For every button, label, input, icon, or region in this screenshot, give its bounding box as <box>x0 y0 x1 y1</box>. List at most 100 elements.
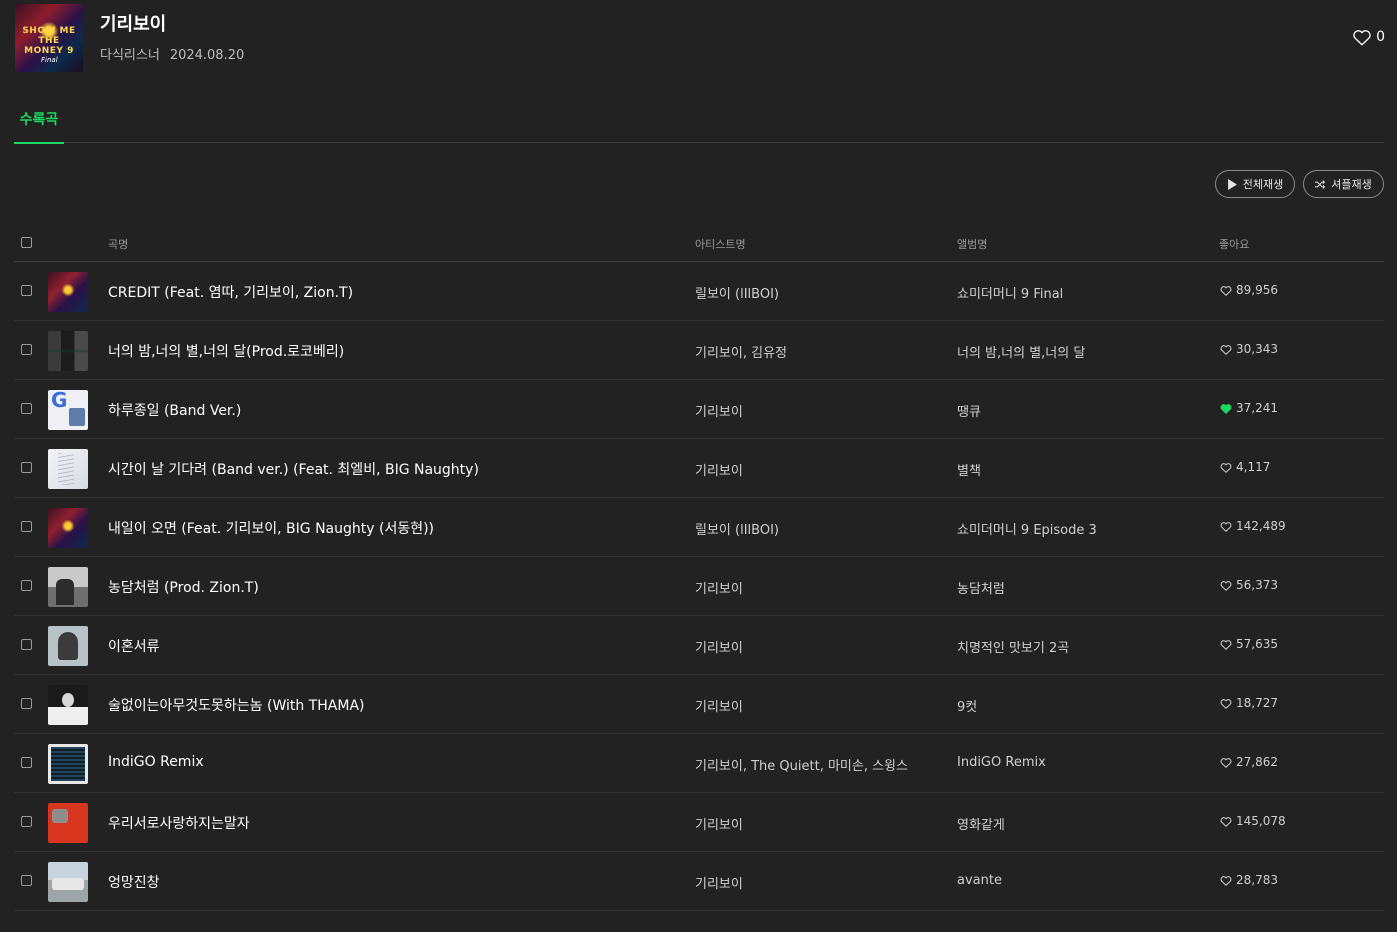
track-title[interactable]: 엉망진창 <box>108 872 160 892</box>
track-album[interactable]: avante <box>957 873 1002 888</box>
track-checkbox[interactable] <box>21 757 32 768</box>
track-artist[interactable]: 기리보이 <box>695 637 743 656</box>
smtm-cover-thumb[interactable] <box>48 272 88 312</box>
track-artist[interactable]: 기리보이 <box>695 814 743 833</box>
track-checkbox[interactable] <box>21 344 32 355</box>
track-checkbox[interactable] <box>21 580 32 591</box>
9cut-cover-thumb[interactable] <box>48 685 88 725</box>
track-checkbox[interactable] <box>21 462 32 473</box>
shuffle-button[interactable]: 셔플재생 <box>1303 170 1384 198</box>
track-title[interactable]: CREDIT (Feat. 염따, 기리보이, Zion.T) <box>108 282 353 302</box>
heart-outline-icon <box>1220 462 1232 473</box>
track-album[interactable]: 9컷 <box>957 696 977 715</box>
play-icon <box>1227 178 1237 190</box>
album-cover[interactable]: SHOW ME THE MONEY 9 Final <box>15 4 83 72</box>
table-row[interactable]: 시간이 날 기다려 (Band ver.) (Feat. 최엘비, BIG Na… <box>14 439 1384 498</box>
column-song: 곡명 <box>108 238 129 251</box>
track-album[interactable]: 땡큐 <box>957 401 981 420</box>
table-row[interactable]: 엉망진창 기리보이 avante 28,783 <box>14 852 1384 911</box>
track-like-count: 30,343 <box>1236 342 1278 356</box>
track-checkbox[interactable] <box>21 816 32 827</box>
track-title[interactable]: IndiGO Remix <box>108 754 204 770</box>
track-album[interactable]: 너의 밤,너의 별,너의 달 <box>957 342 1085 361</box>
track-like-button[interactable]: 89,956 <box>1220 283 1278 297</box>
track-title[interactable]: 농담처럼 (Prod. Zion.T) <box>108 577 259 597</box>
album-like-button[interactable]: 0 <box>1352 28 1385 46</box>
track-like-count: 57,635 <box>1236 637 1278 651</box>
track-like-count: 28,783 <box>1236 873 1278 887</box>
track-title[interactable]: 우리서로사랑하지는말자 <box>108 813 250 833</box>
joke-cover-thumb[interactable] <box>48 567 88 607</box>
column-artist: 아티스트명 <box>695 238 746 251</box>
table-row[interactable]: 내일이 오면 (Feat. 기리보이, BIG Naughty (서동현)) 릴… <box>14 498 1384 557</box>
track-album[interactable]: 치명적인 맛보기 2곡 <box>957 637 1069 656</box>
smtm-cover-thumb[interactable] <box>48 508 88 548</box>
heart-outline-icon <box>1220 757 1232 768</box>
movie-cover-thumb[interactable] <box>48 803 88 843</box>
track-artist[interactable]: 릴보이 (lIlBOI) <box>695 519 779 538</box>
track-artist[interactable]: 기리보이, The Quiett, 마미손, 스윙스 <box>695 755 908 774</box>
track-like-button[interactable]: 27,862 <box>1220 755 1278 769</box>
album-meta: 다식리스너 2024.08.20 <box>100 44 244 63</box>
album-date: 2024.08.20 <box>169 48 245 63</box>
track-checkbox[interactable] <box>21 698 32 709</box>
track-like-button[interactable]: 4,117 <box>1220 460 1270 474</box>
track-like-button[interactable]: 145,078 <box>1220 814 1286 828</box>
track-album[interactable]: 농담처럼 <box>957 578 1005 597</box>
track-album[interactable]: IndiGO Remix <box>957 755 1046 770</box>
table-row[interactable]: 이혼서류 기리보이 치명적인 맛보기 2곡 57,635 <box>14 616 1384 675</box>
album-agency[interactable]: 다식리스너 <box>100 48 160 63</box>
track-title[interactable]: 너의 밤,너의 별,너의 달(Prod.로코베리) <box>108 341 344 361</box>
track-album[interactable]: 쇼미더머니 9 Final <box>957 283 1063 302</box>
album-like-count: 0 <box>1376 29 1385 45</box>
track-artist[interactable]: 기리보이 <box>695 873 743 892</box>
track-artist[interactable]: 기리보이 <box>695 460 743 479</box>
select-all-checkbox[interactable] <box>21 237 32 248</box>
track-title[interactable]: 내일이 오면 (Feat. 기리보이, BIG Naughty (서동현)) <box>108 518 434 538</box>
heart-outline-icon <box>1220 639 1232 650</box>
table-row[interactable]: CREDIT (Feat. 염따, 기리보이, Zion.T) 릴보이 (lIl… <box>14 262 1384 321</box>
table-row[interactable]: 너의 밤,너의 별,너의 달(Prod.로코베리) 기리보이, 김유정 너의 밤… <box>14 321 1384 380</box>
thankyou-cover-thumb[interactable] <box>48 390 88 430</box>
track-like-count: 56,373 <box>1236 578 1278 592</box>
track-artist[interactable]: 기리보이, 김유정 <box>695 342 787 361</box>
table-row[interactable]: 술없이는아무것도못하는놈 (With THAMA) 기리보이 9컷 18,727 <box>14 675 1384 734</box>
track-like-button[interactable]: 37,241 <box>1220 401 1278 415</box>
table-row[interactable]: IndiGO Remix 기리보이, The Quiett, 마미손, 스윙스 … <box>14 734 1384 793</box>
divorce-cover-thumb[interactable] <box>48 626 88 666</box>
table-row[interactable]: 하루종일 (Band Ver.) 기리보이 땡큐 37,241 <box>14 380 1384 439</box>
track-like-button[interactable]: 18,727 <box>1220 696 1278 710</box>
track-like-button[interactable]: 142,489 <box>1220 519 1286 533</box>
track-checkbox[interactable] <box>21 403 32 414</box>
track-checkbox[interactable] <box>21 639 32 650</box>
track-album[interactable]: 별책 <box>957 460 981 479</box>
night-cover-thumb[interactable] <box>48 331 88 371</box>
track-artist[interactable]: 릴보이 (lIlBOI) <box>695 283 779 302</box>
avante-cover-thumb[interactable] <box>48 862 88 902</box>
album-header: SHOW ME THE MONEY 9 Final 기리보이 다식리스너 2024… <box>15 4 1385 74</box>
table-row[interactable]: 농담처럼 (Prod. Zion.T) 기리보이 농담처럼 56,373 <box>14 557 1384 616</box>
play-all-button[interactable]: 전체재생 <box>1215 170 1295 198</box>
track-artist[interactable]: 기리보이 <box>695 401 743 420</box>
indigo-cover-thumb[interactable] <box>48 744 88 784</box>
track-title[interactable]: 술없이는아무것도못하는놈 (With THAMA) <box>108 695 364 715</box>
track-title[interactable]: 시간이 날 기다려 (Band ver.) (Feat. 최엘비, BIG Na… <box>108 459 479 479</box>
track-artist[interactable]: 기리보이 <box>695 696 743 715</box>
track-album[interactable]: 쇼미더머니 9 Episode 3 <box>957 519 1097 538</box>
track-checkbox[interactable] <box>21 521 32 532</box>
track-title[interactable]: 이혼서류 <box>108 636 160 656</box>
track-artist[interactable]: 기리보이 <box>695 578 743 597</box>
track-album[interactable]: 영화같게 <box>957 814 1005 833</box>
track-checkbox[interactable] <box>21 875 32 886</box>
tab-tracks[interactable]: 수록곡 <box>14 108 64 144</box>
heart-outline-icon <box>1220 698 1232 709</box>
heart-outline-icon <box>1220 285 1232 296</box>
track-title[interactable]: 하루종일 (Band Ver.) <box>108 400 241 420</box>
byeolchaek-cover-thumb[interactable] <box>48 449 88 489</box>
track-like-button[interactable]: 28,783 <box>1220 873 1278 887</box>
track-like-button[interactable]: 57,635 <box>1220 637 1278 651</box>
track-checkbox[interactable] <box>21 285 32 296</box>
table-row[interactable]: 우리서로사랑하지는말자 기리보이 영화같게 145,078 <box>14 793 1384 852</box>
track-like-button[interactable]: 56,373 <box>1220 578 1278 592</box>
track-like-button[interactable]: 30,343 <box>1220 342 1278 356</box>
